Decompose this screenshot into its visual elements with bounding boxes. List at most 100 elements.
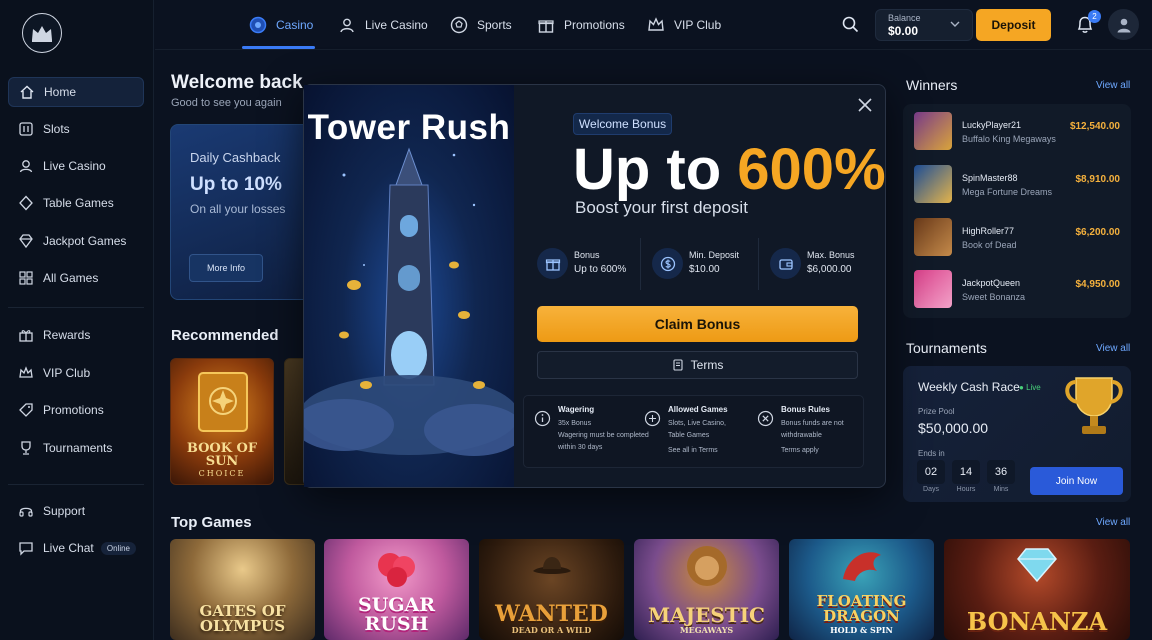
dollar-icon: [660, 256, 675, 271]
modal-game-title: Tower Rush: [307, 108, 511, 147]
game-thumbnail-sugar-rush[interactable]: SUGAR RUSH: [324, 539, 469, 640]
info-line: Slots, Live Casino,: [668, 420, 726, 427]
notification-count-badge: 2: [1088, 10, 1101, 23]
info-line[interactable]: Terms apply: [781, 447, 819, 454]
sidebar-item-vip-club[interactable]: VIP Club: [8, 358, 144, 388]
gift-icon: [538, 20, 554, 33]
tab-sports[interactable]: Sports: [450, 0, 512, 50]
tab-live-casino[interactable]: Live Casino: [338, 0, 428, 50]
claim-bonus-button[interactable]: Claim Bonus: [537, 306, 858, 342]
winner-row[interactable]: SpinMaster88 Mega Fortune Dreams $8,910.…: [914, 165, 1124, 205]
sidebar-item-tournaments[interactable]: Tournaments: [8, 433, 144, 463]
sidebar-item-live-chat[interactable]: Live Chat Online: [8, 533, 144, 563]
sidebar-divider: [8, 484, 144, 485]
game-thumbnail-majestic-megaways[interactable]: MAJESTIC MEGAWAYS: [634, 539, 779, 640]
sidebar-item-support[interactable]: Support: [8, 496, 144, 526]
game-thumbnail-book-of-sun[interactable]: BOOK OF SUN CHOICE: [170, 358, 274, 485]
cashback-amount: Up to 10%: [190, 174, 282, 195]
tab-label: VIP Club: [674, 18, 722, 32]
sidebar-item-slots[interactable]: Slots: [8, 114, 144, 144]
brand-logo[interactable]: [22, 13, 62, 53]
top-games-section-title: Top Games: [171, 514, 252, 531]
game-thumbnail-gates-of-olympus[interactable]: GATES OF OLYMPUS: [170, 539, 315, 640]
casino-chip-icon: [249, 16, 267, 34]
cashback-title: Daily Cashback: [190, 150, 281, 165]
tournaments-view-all-link[interactable]: View all: [1096, 343, 1130, 354]
game-thumbnail-floating-dragon[interactable]: FLOATING DRAGON HOLD & SPIN: [789, 539, 934, 640]
join-tournament-button[interactable]: Join Now: [1030, 467, 1123, 495]
user-avatar[interactable]: [1108, 9, 1139, 40]
live-dealer-icon: [19, 160, 33, 173]
search-icon[interactable]: [842, 16, 859, 33]
info-line: 35x Bonus: [558, 420, 592, 427]
tab-vip-club[interactable]: VIP Club: [647, 0, 721, 50]
close-icon[interactable]: [857, 97, 873, 113]
game-thumbnail-wanted[interactable]: WANTED DEAD OR A WILD: [479, 539, 624, 640]
sidebar-item-table-games[interactable]: Table Games: [8, 188, 144, 218]
sidebar-item-label: Jackpot Games: [43, 234, 127, 248]
stat-label: Min. Deposit: [689, 250, 740, 260]
info-line: within 30 days: [558, 444, 603, 451]
winner-game: Book of Dead: [962, 240, 1017, 250]
dragon-icon: [843, 552, 881, 581]
terms-button[interactable]: Terms: [537, 351, 858, 379]
live-label: Live: [1026, 383, 1041, 392]
sidebar-item-promotions[interactable]: Promotions: [8, 395, 144, 425]
stat-value: Up to 600%: [574, 264, 627, 275]
game-title: SUGAR RUSH: [357, 594, 436, 635]
game-title: BONANZA: [966, 607, 1108, 636]
prize-pool-label: Prize Pool: [918, 407, 955, 416]
candy-hearts-icon: [378, 553, 415, 587]
info-title: Wagering: [558, 405, 595, 414]
more-info-button[interactable]: More Info: [189, 254, 263, 282]
game-title: BOOK OF SUN: [186, 441, 258, 469]
info-title: Bonus Rules: [781, 405, 830, 414]
trophy-icon: [1065, 377, 1123, 434]
stat-divider: [640, 238, 641, 290]
lion-icon: [687, 546, 727, 586]
sidebar-item-live-casino[interactable]: Live Casino: [8, 151, 144, 181]
sidebar-item-home[interactable]: Home: [8, 77, 144, 107]
headline-percentage: 600%: [737, 137, 886, 202]
top-games-view-all-link[interactable]: View all: [1096, 517, 1130, 528]
tab-promotions[interactable]: Promotions: [537, 0, 625, 50]
winner-row[interactable]: JackpotQueen Sweet Bonanza $4,950.00: [914, 270, 1124, 310]
info-line[interactable]: See all in Terms: [668, 447, 718, 454]
document-icon: [673, 359, 683, 371]
game-subtitle: HOLD & SPIN: [830, 625, 893, 635]
game-thumbnail: [914, 112, 952, 150]
countdown-days: 02: [917, 460, 945, 484]
deposit-button[interactable]: Deposit: [976, 9, 1051, 41]
winner-row[interactable]: HighRoller77 Book of Dead $6,200.00: [914, 218, 1124, 258]
welcome-title: Welcome back: [171, 72, 303, 93]
winner-amount: $12,540.00: [1069, 121, 1120, 132]
sidebar-item-label: Rewards: [43, 328, 91, 342]
tab-casino[interactable]: Casino: [249, 0, 313, 50]
sidebar-item-all-games[interactable]: All Games: [8, 263, 144, 293]
winners-view-all-link[interactable]: View all: [1096, 80, 1130, 91]
winner-username: JackpotQueen: [962, 278, 1021, 288]
winner-amount: $4,950.00: [1075, 279, 1121, 290]
tab-label: Sports: [477, 18, 512, 32]
welcome-bonus-pill: Welcome Bonus: [573, 113, 672, 135]
ends-in-label: Ends in: [918, 449, 945, 458]
info-line: Bonus funds are not: [781, 420, 844, 427]
sidebar-item-rewards[interactable]: Rewards: [8, 320, 144, 350]
balance-value: $0.00: [888, 24, 919, 38]
sidebar-item-label: Live Chat: [43, 541, 94, 555]
winner-row[interactable]: LuckyPlayer21 Buffalo King Megaways $12,…: [914, 112, 1124, 152]
game-thumbnail-bonanza[interactable]: BONANZA: [944, 539, 1130, 640]
crown-icon: [648, 17, 664, 31]
game-subtitle: DEAD OR A WILD: [511, 625, 592, 635]
countdown-mins-label: Mins: [993, 486, 1009, 493]
bonus-subheadline: Boost your first deposit: [575, 198, 748, 217]
winner-amount: $8,910.00: [1075, 174, 1121, 185]
countdown-days-label: Days: [923, 486, 939, 493]
close-circle-icon: [757, 410, 774, 427]
sidebar-item-jackpot-games[interactable]: Jackpot Games: [8, 226, 144, 256]
live-status-indicator: ● Live: [1019, 383, 1041, 392]
info-title: Allowed Games: [668, 405, 728, 414]
info-line: Wagering must be completed: [558, 432, 649, 439]
online-status-badge: Online: [100, 541, 136, 555]
balance-label: Balance: [888, 13, 921, 23]
